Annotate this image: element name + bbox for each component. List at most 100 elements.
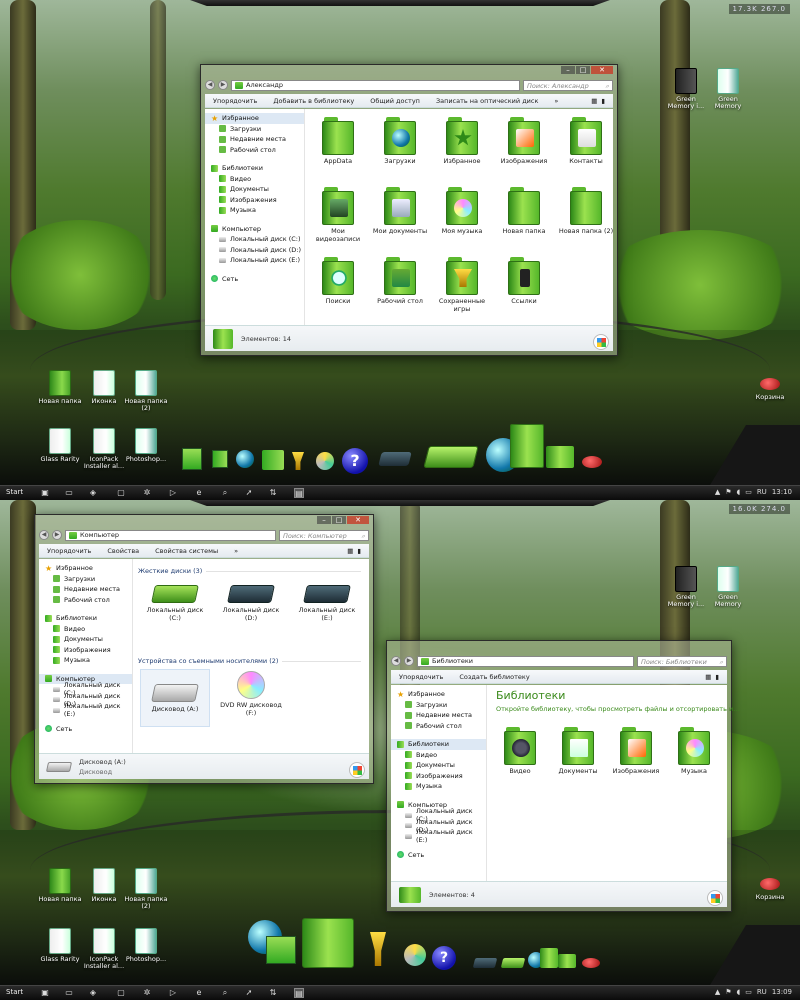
nav-network[interactable]: Сеть xyxy=(205,274,304,285)
taskbar-ie-icon[interactable]: e xyxy=(194,488,204,498)
tray-network-icon[interactable]: ▭ xyxy=(745,988,752,996)
minimize-button[interactable]: – xyxy=(561,66,575,74)
forward-button[interactable]: ▶ xyxy=(404,656,414,666)
dock-monitor-icon[interactable] xyxy=(266,936,296,964)
cmd-organize[interactable]: Упорядочить xyxy=(213,97,257,105)
nav-video[interactable]: Видео xyxy=(39,624,132,635)
taskbar-gear-icon[interactable]: ✲ xyxy=(142,988,152,998)
taskbar-gear-icon[interactable]: ✲ xyxy=(142,488,152,498)
forward-button[interactable]: ▶ xyxy=(52,530,62,540)
dock-folder-open-icon[interactable] xyxy=(546,446,574,468)
dock-drive-dark-icon[interactable] xyxy=(472,958,498,968)
taskbar-media-icon[interactable]: ▣ xyxy=(40,988,50,998)
nav-libraries[interactable]: Библиотеки xyxy=(39,613,132,624)
dock-media-icon[interactable] xyxy=(316,452,334,470)
hard-disks-header[interactable]: Жесткие диски (3) xyxy=(138,567,361,575)
cmd-system-properties[interactable]: Свойства системы xyxy=(155,547,218,555)
desktop-icon-glass-rarity[interactable]: Glass Rarity xyxy=(38,928,82,963)
window-titlebar[interactable] xyxy=(387,641,731,653)
folder-item[interactable]: Новая папка xyxy=(494,185,554,236)
tray-volume-icon[interactable]: ◖ xyxy=(736,988,740,996)
drive-item-e[interactable]: Локальный диск (E:) xyxy=(292,579,362,623)
folder-item[interactable]: Сохраненные игры xyxy=(432,255,492,314)
folder-item[interactable]: Контакты xyxy=(556,115,616,166)
taskbar-display-icon[interactable]: ▢ xyxy=(116,488,126,498)
taskbar-rocket-icon[interactable]: ➚ xyxy=(244,488,254,498)
tray-clock[interactable]: 13:09 xyxy=(772,988,792,996)
nav-downloads[interactable]: Загрузки xyxy=(205,124,304,135)
maximize-button[interactable]: □ xyxy=(332,516,346,524)
dock-monitor-icon[interactable] xyxy=(182,448,202,470)
desktop-icon-green-memory-i[interactable]: Green Memory i... xyxy=(664,566,708,609)
search-input[interactable]: Поиск: Александр ⌕ xyxy=(523,79,613,91)
start-button[interactable]: Start xyxy=(6,988,23,996)
folder-item[interactable]: Мои документы xyxy=(370,185,430,236)
view-mode-icon[interactable]: ▦ xyxy=(347,547,353,555)
back-button[interactable]: ◀ xyxy=(205,80,215,90)
nav-desktop[interactable]: Рабочий стол xyxy=(391,721,486,732)
tray-flag-icon[interactable]: ⚑ xyxy=(725,488,731,496)
dock-user-folder-icon[interactable] xyxy=(302,918,354,968)
desktop-icon-photoshop[interactable]: Photoshop... xyxy=(124,928,168,963)
drive-item-d[interactable]: Локальный диск (D:) xyxy=(216,579,286,623)
library-item[interactable]: Документы xyxy=(548,725,608,776)
nav-libraries[interactable]: Библиотеки xyxy=(391,739,486,750)
desktop-icon-glass-rarity[interactable]: Glass Rarity xyxy=(38,428,82,463)
desktop-icon-photoshop[interactable]: Photoshop... xyxy=(124,428,168,463)
taskbar-monitor-icon[interactable]: ▭ xyxy=(64,488,74,498)
nav-drive-e[interactable]: Локальный диск (E:) xyxy=(391,828,486,844)
library-item[interactable]: Изображения xyxy=(606,725,666,776)
nav-downloads[interactable]: Загрузки xyxy=(391,700,486,711)
nav-drive-e[interactable]: Локальный диск (E:) xyxy=(205,255,304,266)
folder-item[interactable]: Моя музыка xyxy=(432,185,492,236)
desktop-icon-green-memory-i[interactable]: Green Memory i... xyxy=(664,68,708,111)
nav-recent[interactable]: Недавние места xyxy=(391,710,486,721)
close-button[interactable]: ✕ xyxy=(591,66,613,74)
taskbar-display-icon[interactable]: ▢ xyxy=(116,988,126,998)
back-button[interactable]: ◀ xyxy=(39,530,49,540)
window-titlebar[interactable]: – □ ✕ xyxy=(201,65,617,77)
nav-pictures[interactable]: Изображения xyxy=(39,645,132,656)
folder-item[interactable]: Избранное xyxy=(432,115,492,166)
nav-drive-d[interactable]: Локальный диск (D:) xyxy=(205,245,304,256)
library-item[interactable]: Видео xyxy=(490,725,550,776)
taskbar-arrows-icon[interactable]: ⇅ xyxy=(268,988,278,998)
nav-pictures[interactable]: Изображения xyxy=(391,771,486,782)
folder-item[interactable]: Загрузки xyxy=(370,115,430,166)
folder-item[interactable]: Рабочий стол xyxy=(370,255,430,306)
tray-network-icon[interactable]: ▭ xyxy=(745,488,752,496)
nav-documents[interactable]: Документы xyxy=(205,184,304,195)
address-bar[interactable]: Александр xyxy=(231,79,520,91)
desktop-icon-new-folder-2[interactable]: Новая папка (2) xyxy=(124,370,168,413)
nav-desktop[interactable]: Рабочий стол xyxy=(205,145,304,156)
desktop-icon-iconpack[interactable]: IconPack Installer al... xyxy=(82,428,126,471)
dock-media-icon[interactable] xyxy=(404,944,426,966)
nav-computer[interactable]: Компьютер xyxy=(205,224,304,235)
cmd-organize[interactable]: Упорядочить xyxy=(47,547,91,555)
dock-user-folder-icon[interactable] xyxy=(262,450,284,470)
taskbar-play-icon[interactable]: ▷ xyxy=(168,988,178,998)
desktop-icon-iconpack[interactable]: IconPack Installer al... xyxy=(82,928,126,971)
nav-recent[interactable]: Недавние места xyxy=(39,584,132,595)
taskbar-search-icon[interactable]: ⌕ xyxy=(220,488,230,498)
taskbar-rocket-icon[interactable]: ➚ xyxy=(244,988,254,998)
dock-folder-stack-icon[interactable] xyxy=(540,948,558,968)
desktop-icon-new-folder[interactable]: Новая папка xyxy=(38,868,82,903)
dock-recycle-bin-icon[interactable] xyxy=(582,456,602,468)
cmd-properties[interactable]: Свойства xyxy=(107,547,139,555)
folder-item[interactable]: Изображения xyxy=(494,115,554,166)
taskbar-monitor-icon[interactable]: ▭ xyxy=(64,988,74,998)
address-bar[interactable]: Компьютер xyxy=(65,529,276,541)
nav-recent[interactable]: Недавние места xyxy=(205,134,304,145)
folder-item[interactable]: AppData xyxy=(308,115,368,166)
taskbar-explorer-button[interactable]: ▤ xyxy=(294,988,304,998)
cmd-more[interactable]: » xyxy=(554,97,558,105)
nav-network[interactable]: Сеть xyxy=(391,850,486,861)
nav-libraries[interactable]: Библиотеки xyxy=(205,163,304,174)
nav-favorites[interactable]: ★ Избранное xyxy=(39,563,132,574)
tray-flag-icon[interactable]: ⚑ xyxy=(725,988,731,996)
dock-drive-dark-icon[interactable] xyxy=(378,452,412,466)
dock-help-icon[interactable]: ? xyxy=(342,448,368,474)
taskbar-explorer-button[interactable]: ▤ xyxy=(294,488,304,498)
nav-music[interactable]: Музыка xyxy=(391,781,486,792)
